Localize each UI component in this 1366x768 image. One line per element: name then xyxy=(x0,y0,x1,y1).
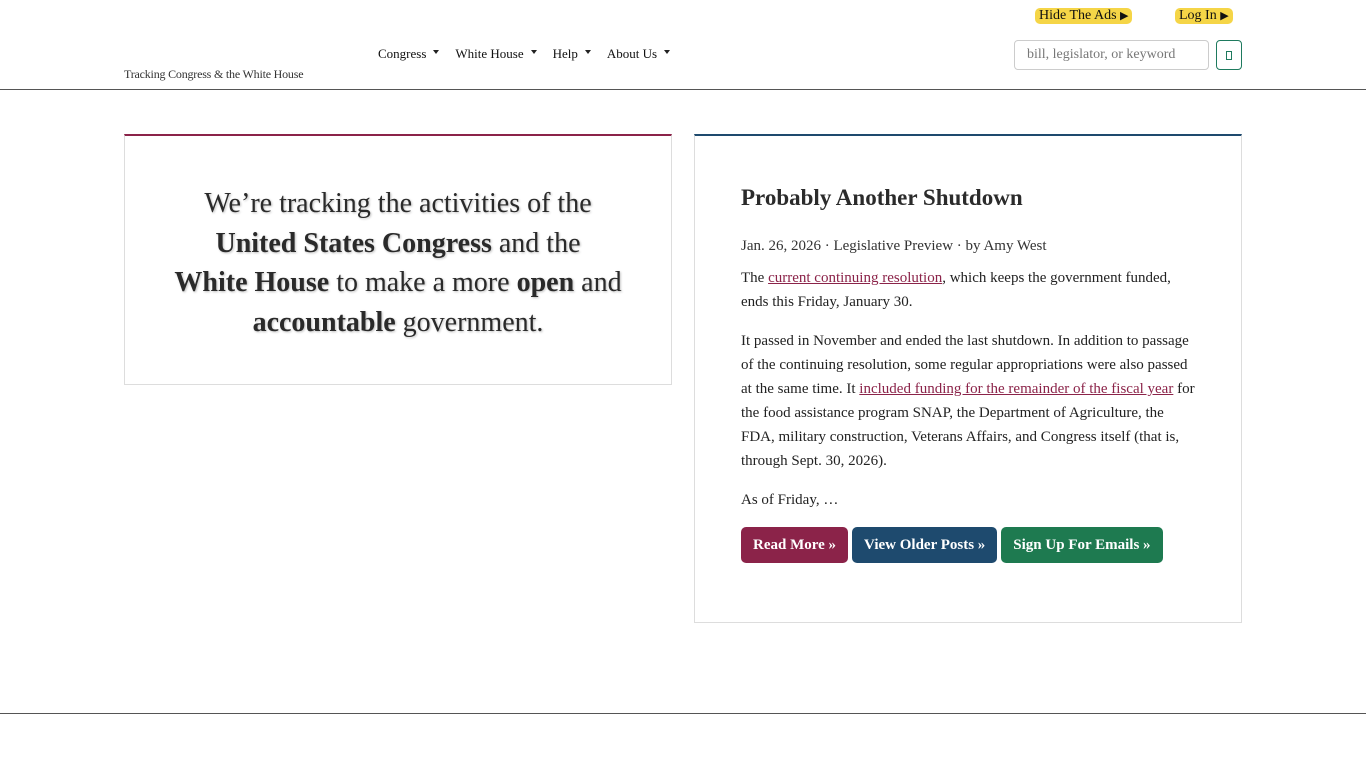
continuing-resolution-link[interactable]: current continuing resolution xyxy=(768,270,942,286)
post-text: As of Friday, … xyxy=(741,492,839,508)
post-actions: Read More » View Older Posts » Sign Up F… xyxy=(741,527,1163,563)
mission-and: and xyxy=(574,267,622,298)
nav-help-label: Help xyxy=(552,46,578,61)
caret-down-icon xyxy=(433,50,440,54)
sign-up-emails-button[interactable]: Sign Up For Emails » xyxy=(1001,527,1163,563)
main-nav: Congress White House Help About Us xyxy=(378,46,686,62)
nav-white-house-label: White House xyxy=(455,46,524,61)
fiscal-year-funding-link[interactable]: included funding for the remainder of th… xyxy=(859,381,1173,397)
nav-about-us[interactable]: About Us xyxy=(606,46,671,62)
view-older-posts-button[interactable]: View Older Posts » xyxy=(852,527,998,563)
play-arrow-icon: ▶ xyxy=(1120,10,1129,22)
mission-open: open xyxy=(516,267,575,298)
footer-divider xyxy=(0,713,1366,714)
play-arrow-icon: ▶ xyxy=(1220,10,1229,22)
mission-accountable: accountable xyxy=(252,306,396,338)
post-paragraph: The current continuing resolution, which… xyxy=(741,266,1201,314)
caret-down-icon xyxy=(584,50,591,54)
search-button[interactable] xyxy=(1216,40,1242,70)
nav-congress-label: Congress xyxy=(378,46,427,61)
read-more-button[interactable]: Read More » xyxy=(741,527,849,563)
blog-post-card: Probably Another Shutdown Jan. 26, 2026 … xyxy=(694,134,1242,623)
caret-down-icon xyxy=(664,50,671,54)
mission-white-house: White House xyxy=(174,267,330,298)
mission-card: We’re tracking the activities of the Uni… xyxy=(124,134,672,385)
hide-ads-link[interactable]: Hide The Ads ▶ xyxy=(1035,8,1133,24)
nav-about-us-label: About Us xyxy=(606,46,658,61)
mission-statement: We’re tracking the activities of the Uni… xyxy=(125,184,671,342)
hide-ads-label: Hide The Ads xyxy=(1039,8,1117,23)
post-meta: Jan. 26, 2026 · Legislative Preview · by… xyxy=(741,238,1047,254)
mission-line-1: We’re tracking the activities of the xyxy=(204,188,592,219)
post-text: The xyxy=(741,270,769,286)
search-icon xyxy=(1226,50,1232,60)
post-paragraph: It passed in November and ended the last… xyxy=(741,329,1201,473)
nav-white-house[interactable]: White House xyxy=(455,46,537,62)
mission-to-make: to make a more xyxy=(329,267,517,298)
post-paragraph: As of Friday, … xyxy=(741,488,1201,512)
log-in-link[interactable]: Log In ▶ xyxy=(1175,8,1233,24)
nav-help[interactable]: Help xyxy=(553,46,591,62)
mission-congress: United States Congress xyxy=(215,227,492,259)
post-body: The current continuing resolution, which… xyxy=(741,266,1201,527)
mission-government: government. xyxy=(395,306,544,338)
site-tagline: Tracking Congress & the White House xyxy=(124,67,304,81)
search-input[interactable] xyxy=(1014,40,1209,70)
nav-congress[interactable]: Congress xyxy=(378,46,440,62)
caret-down-icon xyxy=(530,50,537,54)
post-title: Probably Another Shutdown xyxy=(741,185,1023,210)
site-header: Hide The Ads ▶ Log In ▶ Tracking Congres… xyxy=(0,0,1366,90)
mission-and-the: and the xyxy=(491,227,581,259)
log-in-label: Log In xyxy=(1179,8,1217,23)
